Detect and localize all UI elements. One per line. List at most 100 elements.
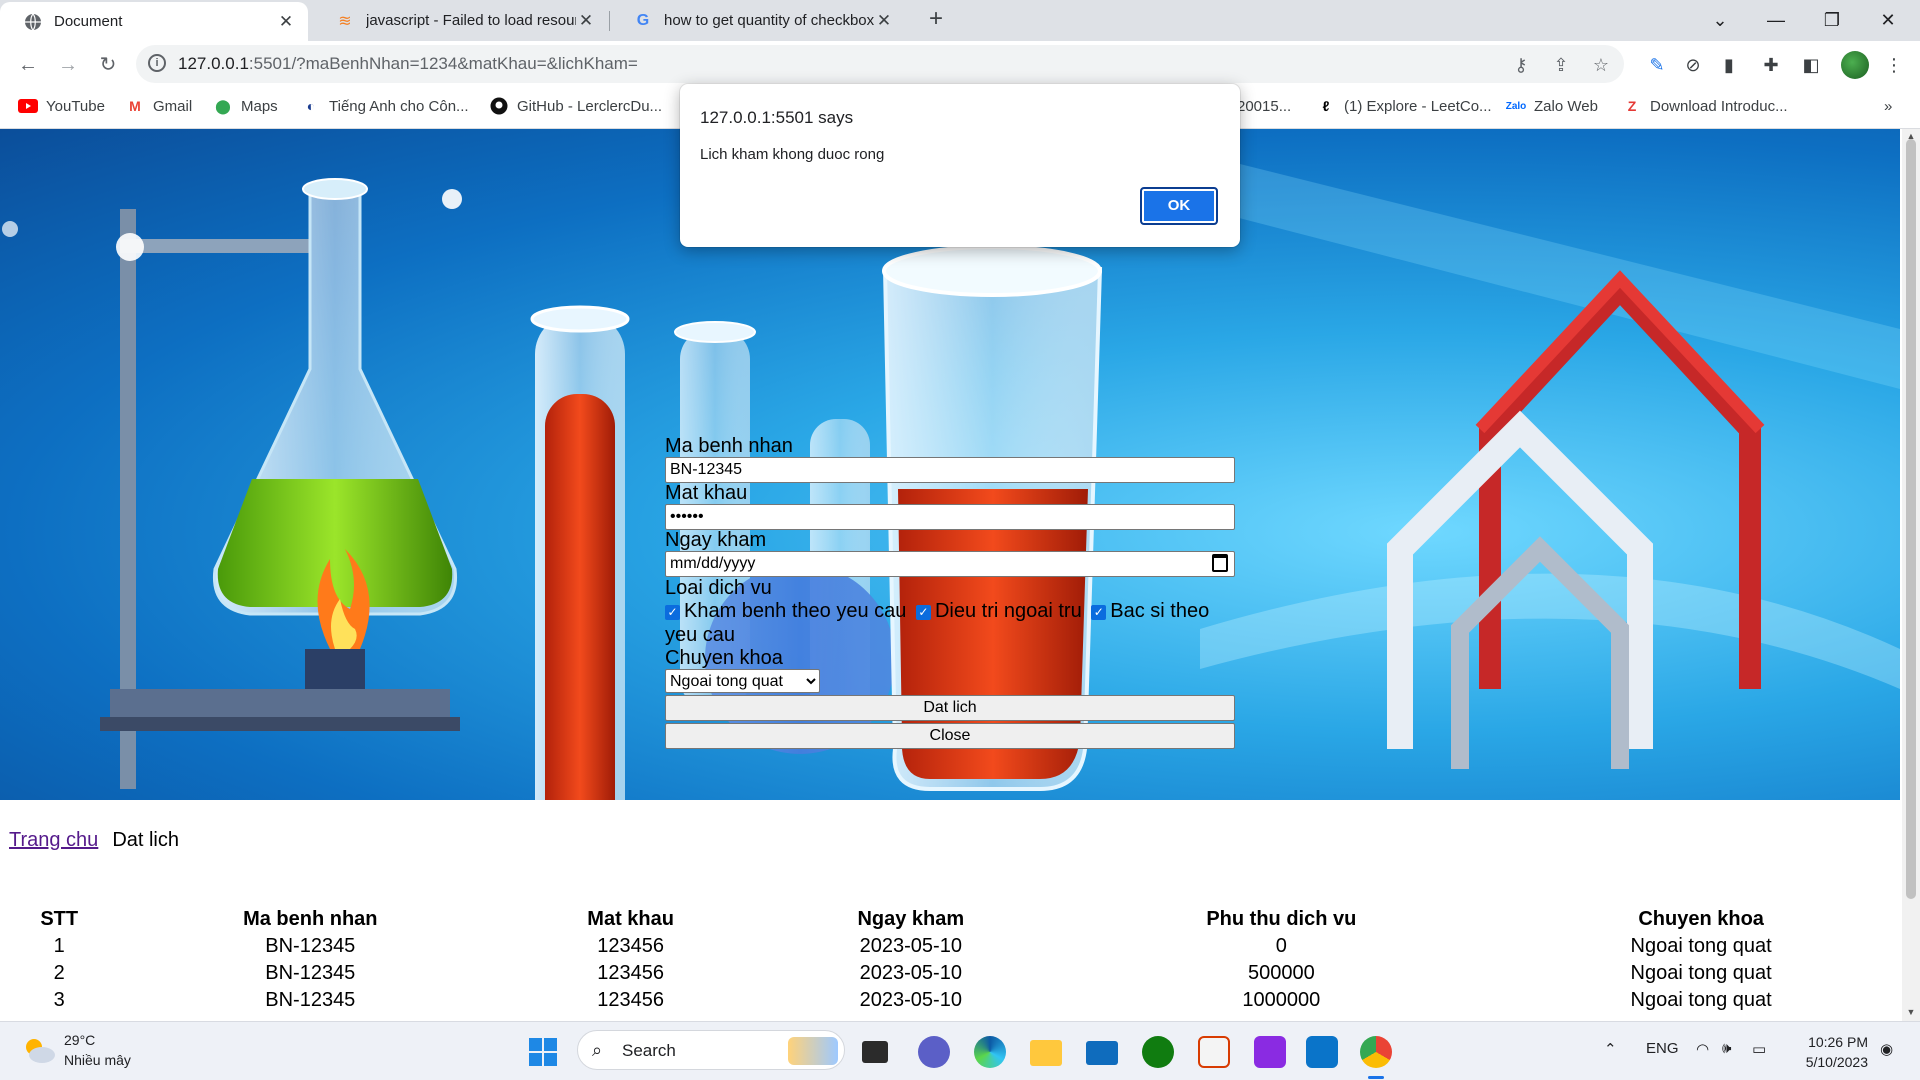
taskbar-clock[interactable]: 10:26 PM 5/10/2023 <box>1788 1032 1868 1072</box>
close-tab-icon[interactable]: ✕ <box>276 12 296 32</box>
extension-pen-icon[interactable]: ✎ <box>1645 53 1669 77</box>
new-tab-button[interactable]: + <box>922 6 950 34</box>
scroll-down-arrow[interactable]: ▼ <box>1906 1007 1916 1017</box>
close-window-button[interactable]: ✕ <box>1860 0 1916 40</box>
cell: 1000000 <box>1242 989 1321 1011</box>
zalo-icon: Zalo <box>1505 100 1527 112</box>
address-bar[interactable]: i 127.0.0.1:5501/?maBenhNhan=1234&matKha… <box>136 45 1624 83</box>
back-button[interactable]: ← <box>12 49 44 81</box>
bookmark-label: GitHub - LerclercDu... <box>517 97 663 115</box>
exam-date-label: Ngay kham <box>665 529 767 551</box>
book-button[interactable]: Dat lich <box>665 695 1235 721</box>
key-icon[interactable]: ⚷ <box>1510 54 1532 76</box>
bookmark-tieng-anh[interactable]: ◐ Tiếng Anh cho Côn... <box>301 89 469 123</box>
cell: 2023-05-10 <box>859 962 962 984</box>
app-purple-icon[interactable] <box>1254 1036 1286 1068</box>
office-icon[interactable] <box>1198 1036 1230 1068</box>
extensions-puzzle-icon[interactable]: ✚ <box>1759 53 1783 77</box>
specialty-label: Chuyen khoa <box>665 647 783 669</box>
bookmark-zalo[interactable]: Zalo Zalo Web <box>1506 89 1598 123</box>
bookmark-star-icon[interactable]: ☆ <box>1590 54 1612 76</box>
search-label: Search <box>622 1041 676 1060</box>
minimize-button[interactable]: — <box>1748 0 1804 40</box>
mail-icon[interactable] <box>1086 1041 1118 1065</box>
bookmark-github[interactable]: GitHub - LerclercDu... <box>489 89 662 123</box>
service-checkbox-3[interactable]: ✓ <box>1091 605 1107 620</box>
site-info-icon[interactable]: i <box>148 54 166 72</box>
service-checkbox-1[interactable]: ✓ <box>665 605 680 620</box>
stackoverflow-icon: ≋ <box>338 12 352 30</box>
cell: BN-12345 <box>265 935 356 957</box>
battery-icon[interactable]: ▭ <box>1752 1040 1766 1058</box>
bookmark-download[interactable]: Z Download Introduc... <box>1622 89 1788 123</box>
more-bookmarks-icon[interactable]: » <box>1884 89 1892 123</box>
wifi-icon[interactable]: ◠ <box>1696 1040 1709 1058</box>
alert-message: Lich kham khong duoc rong <box>700 146 885 163</box>
bookmark-youtube[interactable]: YouTube <box>18 89 105 123</box>
forward-button[interactable]: → <box>52 49 84 81</box>
weather-desc: Nhiều mây <box>64 1052 131 1068</box>
extension-battery-icon[interactable]: ▮ <box>1717 53 1741 77</box>
chrome-active-indicator <box>1368 1076 1384 1079</box>
scroll-thumb[interactable] <box>1906 139 1916 899</box>
bookmark-label: Tiếng Anh cho Côn... <box>329 97 469 115</box>
chrome-icon[interactable] <box>1360 1036 1392 1068</box>
tab-search-icon[interactable]: ⌄ <box>1692 0 1748 40</box>
xbox-icon[interactable] <box>1142 1036 1174 1068</box>
maps-pin-icon: ⬤ <box>215 97 231 114</box>
home-link[interactable]: Trang chu <box>9 829 98 851</box>
password-input[interactable] <box>665 504 1235 530</box>
col-password: Mat khau <box>587 907 674 930</box>
cell: 123456 <box>597 935 664 957</box>
reload-button[interactable]: ↻ <box>92 49 124 81</box>
page-scrollbar[interactable]: ▲ ▼ <box>1902 129 1920 1021</box>
restore-button[interactable]: ❐ <box>1804 0 1860 40</box>
tab-document[interactable]: Document ✕ <box>0 2 308 41</box>
file-explorer-icon[interactable] <box>1030 1040 1062 1066</box>
cell: Ngoai tong quat <box>1630 935 1772 957</box>
windows-taskbar: 29°C Nhiều mây ⌕ Search ⌃ ENG ◠ 🕪 ▭ 10:2… <box>0 1021 1920 1080</box>
profile-avatar[interactable] <box>1841 51 1869 79</box>
browser-toolbar: ← → ↻ i 127.0.0.1:5501/?maBenhNhan=1234&… <box>0 41 1920 89</box>
password-label: Mat khau <box>665 482 748 504</box>
taskbar-search[interactable]: ⌕ Search <box>577 1030 845 1070</box>
cell: 3 <box>53 989 65 1011</box>
service-checkbox-2[interactable]: ✓ <box>915 605 931 620</box>
close-button[interactable]: Close <box>665 723 1235 749</box>
cell: 500000 <box>1247 962 1315 984</box>
bookmark-gmail[interactable]: M Gmail <box>125 89 192 123</box>
bookmark-label: Gmail <box>153 97 193 115</box>
tab-javascript[interactable]: ≋ javascript - Failed to load resourc ✕ <box>312 0 608 41</box>
bookmark-leetcode[interactable]: ℓ (1) Explore - LeetCo... <box>1316 89 1492 123</box>
share-icon[interactable]: ⇪ <box>1550 54 1572 76</box>
specialty-select[interactable]: Ngoai tong quat <box>665 669 820 693</box>
close-tab-icon[interactable]: ✕ <box>576 11 596 31</box>
cell: 1 <box>53 935 65 957</box>
language-indicator[interactable]: ENG <box>1646 1040 1679 1057</box>
alert-ok-button[interactable]: OK <box>1140 187 1218 225</box>
extension-compass-icon[interactable]: ⊘ <box>1681 53 1705 77</box>
tab-how-to-get-quantity[interactable]: G how to get quantity of checkbox: ✕ <box>610 0 906 41</box>
cell: 2023-05-10 <box>859 935 962 957</box>
edge-icon[interactable] <box>974 1036 1006 1068</box>
show-hidden-icons[interactable]: ⌃ <box>1604 1040 1617 1058</box>
windows-start-icon[interactable] <box>529 1038 557 1066</box>
bookmark-20015[interactable]: 20015... <box>1237 89 1291 123</box>
bookmark-maps[interactable]: ⬤ Maps <box>213 89 278 123</box>
side-panel-icon[interactable]: ◧ <box>1799 53 1823 77</box>
address-url[interactable]: 127.0.0.1:5501/?maBenhNhan=1234&matKhau=… <box>178 54 638 74</box>
calendar-icon[interactable] <box>1212 554 1228 572</box>
close-tab-icon[interactable]: ✕ <box>874 11 894 31</box>
cell: 123456 <box>597 989 664 1011</box>
volume-icon[interactable]: 🕪 <box>1722 1040 1731 1057</box>
notification-icon[interactable]: ◉ <box>1880 1040 1893 1058</box>
menu-icon[interactable]: ⋮ <box>1882 53 1906 77</box>
exam-date-input[interactable]: mm/dd/yyyy <box>665 551 1235 577</box>
service-label-1: Kham benh theo yeu cau <box>684 600 907 622</box>
bookmark-label: Maps <box>241 97 278 115</box>
vscode-icon[interactable] <box>1306 1036 1338 1068</box>
task-view-icon[interactable] <box>862 1041 888 1063</box>
patient-id-input[interactable] <box>665 457 1235 483</box>
col-stt: STT <box>40 907 79 930</box>
teams-chat-icon[interactable] <box>918 1036 950 1068</box>
